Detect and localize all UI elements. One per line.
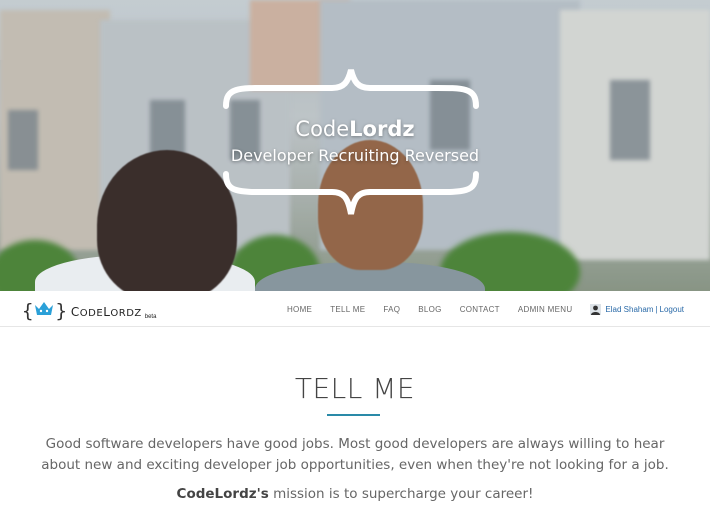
- navbar: { } CODELORDZ beta HOME TELL ME FAQ BLOG…: [0, 291, 710, 327]
- user-menu: Elad Shaham | Logout: [590, 303, 684, 315]
- nav-faq[interactable]: FAQ: [383, 305, 400, 314]
- hero-banner: CodeLordz Developer Recruiting Reversed: [0, 0, 710, 291]
- beta-badge: beta: [144, 314, 157, 320]
- user-name-link[interactable]: Elad Shaham: [605, 305, 653, 314]
- user-separator: |: [655, 304, 658, 314]
- nav-tell-me[interactable]: TELL ME: [330, 305, 365, 314]
- user-avatar-icon: [590, 303, 602, 315]
- hero-subtitle: Developer Recruiting Reversed: [230, 146, 480, 165]
- page-title: TELL ME: [294, 372, 416, 405]
- nav-admin-menu[interactable]: ADMIN MENU: [518, 305, 573, 314]
- intro-paragraph: Good software developers have good jobs.…: [41, 436, 669, 473]
- nav-contact[interactable]: CONTACT: [460, 305, 500, 314]
- logout-link[interactable]: Logout: [660, 305, 684, 314]
- hero-brace-frame: [223, 69, 479, 215]
- nav-blog[interactable]: BLOG: [418, 305, 441, 314]
- nav-home[interactable]: HOME: [287, 305, 312, 314]
- crown-icon: [35, 302, 54, 315]
- mission-statement: CodeLordz's mission is to supercharge yo…: [176, 486, 534, 502]
- nav-menu: HOME TELL ME FAQ BLOG CONTACT ADMIN MENU…: [287, 291, 684, 327]
- brand-logo[interactable]: { } CODELORDZ beta: [22, 297, 156, 321]
- hero-title: CodeLordz: [295, 117, 415, 141]
- logo-brace-open: {: [22, 300, 34, 322]
- title-divider: [327, 414, 380, 416]
- brand-name: CODELORDZ: [70, 305, 142, 319]
- logo-brace-close: }: [55, 300, 67, 322]
